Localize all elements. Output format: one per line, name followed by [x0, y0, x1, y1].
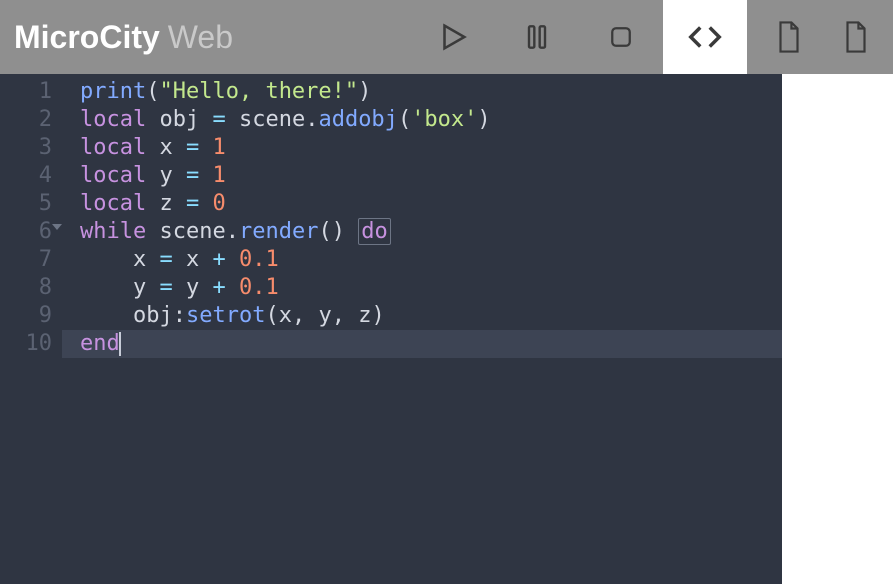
code-token: y	[186, 275, 213, 300]
code-token: do	[358, 218, 391, 245]
code-token: ,	[332, 303, 359, 328]
pause-button[interactable]	[495, 0, 579, 74]
code-token: obj	[80, 303, 173, 328]
code-token: y	[80, 275, 159, 300]
code-token: 'box'	[411, 107, 477, 132]
code-token: 0.1	[239, 247, 279, 272]
code-token: local	[80, 191, 159, 216]
code-token: x	[279, 303, 292, 328]
code-token: +	[212, 247, 239, 272]
brand-suffix: Web	[168, 19, 233, 56]
code-token: setrot	[186, 303, 265, 328]
code-token: =	[159, 275, 186, 300]
code-token: x	[186, 247, 213, 272]
code-token: +	[212, 275, 239, 300]
code-token: local	[80, 107, 159, 132]
code-token: "Hello, there!"	[159, 79, 358, 104]
code-icon	[686, 18, 724, 56]
file-icon	[774, 20, 804, 54]
code-token: y	[159, 163, 186, 188]
line-number: 4	[0, 162, 52, 190]
code-token: =	[186, 135, 213, 160]
code-line[interactable]: local obj = scene.addobj('box')	[80, 106, 782, 134]
code-token: (	[146, 79, 159, 104]
code-token: local	[80, 135, 159, 160]
code-token: print	[80, 79, 146, 104]
code-token: =	[159, 247, 186, 272]
code-token: 1	[212, 135, 225, 160]
code-token: )	[358, 79, 371, 104]
code-token: =	[186, 191, 213, 216]
brand-name: MicroCity	[14, 19, 160, 56]
line-number: 10	[0, 330, 52, 358]
code-token: (	[398, 107, 411, 132]
file-button[interactable]	[747, 0, 831, 74]
line-number: 2	[0, 106, 52, 134]
brand: MicroCity Web	[14, 19, 233, 56]
code-line[interactable]: local y = 1	[80, 162, 782, 190]
preview-pane	[782, 74, 893, 584]
line-number: 5	[0, 190, 52, 218]
code-token: .	[226, 219, 239, 244]
line-number: 9	[0, 302, 52, 330]
code-line[interactable]: local z = 0	[80, 190, 782, 218]
text-cursor	[119, 332, 121, 356]
code-token: scene	[159, 219, 225, 244]
code-token: while	[80, 219, 159, 244]
code-token: z	[358, 303, 371, 328]
code-token: .	[305, 107, 318, 132]
code-token: )	[477, 107, 490, 132]
code-content[interactable]: print("Hello, there!")local obj = scene.…	[62, 74, 782, 584]
code-token: z	[159, 191, 186, 216]
line-gutter: 12345678910	[0, 74, 62, 584]
stop-icon	[606, 22, 636, 52]
code-token: addobj	[318, 107, 397, 132]
main-area: 12345678910 print("Hello, there!")local …	[0, 74, 893, 584]
code-token: 0.1	[239, 275, 279, 300]
code-token: =	[212, 107, 239, 132]
code-token: )	[371, 303, 384, 328]
code-token: x	[159, 135, 186, 160]
stop-button[interactable]	[579, 0, 663, 74]
code-tab[interactable]	[663, 0, 747, 74]
line-number: 6	[0, 218, 52, 246]
line-number: 7	[0, 246, 52, 274]
code-token: local	[80, 163, 159, 188]
code-token: 0	[212, 191, 225, 216]
fold-marker-icon[interactable]	[52, 224, 62, 230]
line-number: 8	[0, 274, 52, 302]
topbar: MicroCity Web	[0, 0, 893, 74]
code-token: 1	[212, 163, 225, 188]
code-line[interactable]: y = y + 0.1	[80, 274, 782, 302]
code-line[interactable]: print("Hello, there!")	[80, 78, 782, 106]
code-line[interactable]: x = x + 0.1	[80, 246, 782, 274]
code-token: ()	[318, 219, 358, 244]
code-editor[interactable]: 12345678910 print("Hello, there!")local …	[0, 74, 782, 584]
toolbar	[411, 0, 879, 74]
code-token: obj	[159, 107, 212, 132]
play-button[interactable]	[411, 0, 495, 74]
code-line[interactable]: end	[80, 330, 782, 358]
code-token: (	[265, 303, 278, 328]
code-token: end	[80, 331, 120, 356]
line-number: 3	[0, 134, 52, 162]
code-line[interactable]: while scene.render() do	[80, 218, 782, 246]
app-root: MicroCity Web	[0, 0, 893, 584]
line-number: 1	[0, 78, 52, 106]
code-token: =	[186, 163, 213, 188]
code-token: render	[239, 219, 318, 244]
code-line[interactable]: obj:setrot(x, y, z)	[80, 302, 782, 330]
file-plus-icon	[841, 20, 871, 54]
code-token: x	[80, 247, 159, 272]
code-line[interactable]: local x = 1	[80, 134, 782, 162]
new-file-button[interactable]	[831, 0, 879, 74]
code-token: :	[173, 303, 186, 328]
code-token: ,	[292, 303, 319, 328]
play-icon	[436, 20, 470, 54]
code-token: scene	[239, 107, 305, 132]
pause-icon	[521, 21, 553, 53]
code-token: y	[318, 303, 331, 328]
